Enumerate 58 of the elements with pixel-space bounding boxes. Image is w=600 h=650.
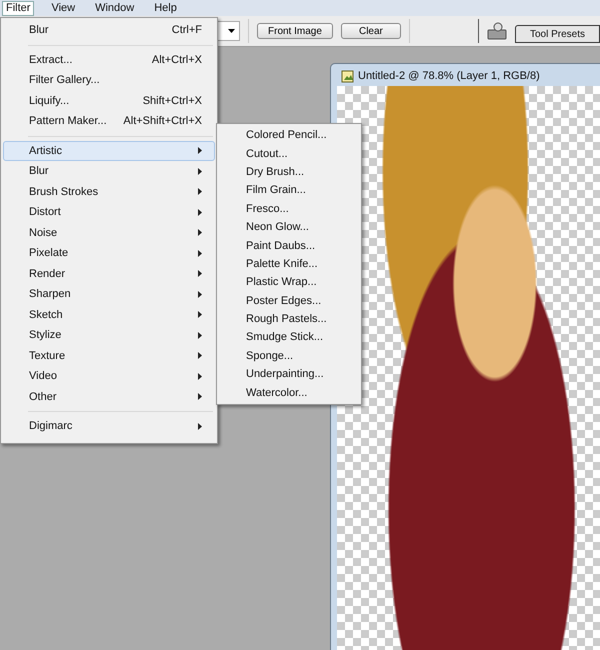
submenu-arrow-icon [198, 188, 202, 196]
submenu-arrow-icon [198, 208, 202, 216]
menu-item[interactable]: Liquify... Shift+Ctrl+X [3, 90, 215, 111]
menu-item[interactable]: Poster Edges... [219, 292, 359, 310]
submenu-arrow-icon [198, 422, 202, 430]
tool-presets-tab[interactable]: Tool Presets [514, 25, 600, 43]
menu-bar-item[interactable]: Filter [2, 0, 34, 16]
menu-item[interactable]: Pattern Maker... Alt+Shift+Ctrl+X [3, 111, 215, 132]
submenu-arrow-icon [198, 311, 202, 318]
submenu-item[interactable]: Render [3, 264, 215, 284]
option-button[interactable]: Clear [340, 23, 401, 39]
menu-item[interactable]: Filter Gallery... [3, 70, 215, 90]
menu-item[interactable]: Dry Brush... [219, 162, 359, 182]
menu-bar-item[interactable]: Window [92, 2, 138, 14]
submenu-arrow-icon [198, 372, 202, 380]
submenu-item[interactable]: Blur [3, 161, 215, 182]
submenu-item[interactable]: Noise [3, 222, 215, 243]
menu-item[interactable]: Film Grain... [219, 181, 359, 200]
submenu-item[interactable]: Stylize [3, 325, 215, 346]
submenu-item[interactable]: Other [3, 386, 215, 407]
document-title: Untitled-2 @ 78.8% (Layer 1, RGB/8) [358, 70, 540, 82]
menu-bar-item[interactable]: Help [151, 2, 180, 14]
menu-item[interactable]: Smudge Stick... [219, 328, 359, 347]
submenu-item[interactable]: Digimarc [3, 416, 215, 436]
submenu-item[interactable]: Texture [3, 346, 215, 366]
menu-item[interactable]: Underpainting... [219, 365, 359, 384]
menu-item[interactable]: Neon Glow... [219, 218, 359, 236]
submenu-arrow-icon [198, 352, 202, 360]
submenu-arrow-icon [198, 147, 202, 154]
caret-icon [228, 29, 235, 33]
submenu-item[interactable]: Sharpen [3, 284, 215, 304]
submenu-arrow-icon [198, 168, 202, 175]
menu-item[interactable]: Fresco... [219, 200, 359, 218]
submenu-item[interactable]: Brush Strokes [3, 182, 215, 202]
submenu-item[interactable]: Distort [3, 202, 215, 222]
submenu-item[interactable]: Video [3, 366, 215, 386]
submenu-arrow-icon [198, 229, 202, 236]
menu-item[interactable]: Rough Pastels... [219, 310, 359, 328]
submenu-item[interactable]: Pixelate [3, 243, 215, 264]
menu-bar-item[interactable]: View [48, 2, 78, 14]
option-button[interactable]: Front Image [257, 23, 333, 39]
menu-item[interactable]: Blur Ctrl+F [3, 20, 215, 40]
submenu-arrow-icon [198, 270, 202, 278]
menu-item[interactable]: Paint Daubs... [219, 236, 359, 255]
submenu-item[interactable]: Artistic [3, 140, 215, 161]
document-icon [341, 70, 354, 82]
submenu-arrow-icon [198, 332, 202, 339]
submenu-arrow-icon [198, 393, 202, 400]
menu-item[interactable]: Cutout... [219, 144, 359, 163]
submenu-item[interactable]: Sketch [3, 304, 215, 325]
submenu-arrow-icon [198, 250, 202, 257]
menu-item[interactable]: Sponge... [219, 346, 359, 366]
menu-item[interactable]: Extract... Alt+Ctrl+X [3, 50, 215, 70]
menu-item[interactable]: Colored Pencil... [219, 126, 359, 144]
menu-item[interactable]: Watercolor... [219, 383, 359, 402]
submenu-arrow-icon [198, 290, 202, 298]
menu-item[interactable]: Plastic Wrap... [219, 273, 359, 292]
menu-item[interactable]: Palette Knife... [219, 254, 359, 274]
